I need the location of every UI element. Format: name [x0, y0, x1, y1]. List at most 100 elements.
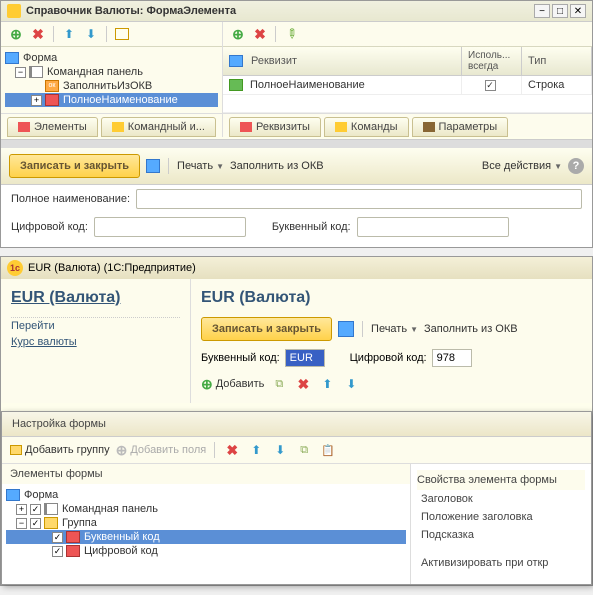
collapse-icon[interactable]: −: [15, 67, 26, 78]
modal-title: Настройка формы: [2, 412, 591, 437]
tab-commands[interactable]: Команды: [324, 117, 409, 137]
label-fullname: Полное наименование:: [11, 193, 130, 205]
delete-icon[interactable]: ✖: [29, 25, 47, 43]
save-icon[interactable]: [338, 321, 354, 337]
props-icon[interactable]: [113, 25, 131, 43]
paste-icon[interactable]: 📋: [319, 441, 337, 459]
tree-node-form[interactable]: Форма: [6, 488, 406, 502]
checkbox[interactable]: ✓: [30, 518, 41, 529]
form-preview: Записать и закрыть Печать▼ Заполнить из …: [1, 139, 592, 247]
prop-title-pos[interactable]: Положение заголовка: [417, 508, 585, 526]
tree-node-group[interactable]: − ✓ Группа: [6, 516, 406, 530]
delete-icon[interactable]: ✖: [294, 375, 312, 393]
form-icon: [5, 52, 19, 64]
checkbox[interactable]: ✓: [30, 504, 41, 515]
checkbox[interactable]: ✓: [52, 546, 63, 557]
tab-icon: [423, 122, 435, 132]
down-icon[interactable]: ⬇: [342, 375, 360, 393]
tab-params[interactable]: Параметры: [412, 117, 509, 137]
left-toolbar: ⊕ ✖ ⬆ ⬇: [1, 22, 222, 47]
up-icon[interactable]: ⬆: [318, 375, 336, 393]
form-icon: [6, 489, 20, 501]
close-button[interactable]: ✕: [570, 4, 586, 18]
tab-attributes[interactable]: Реквизиты: [229, 117, 321, 137]
grid-header: Реквизит Исполь... всегда Тип: [223, 47, 592, 76]
add-button[interactable]: ⊕Добавить: [201, 376, 264, 393]
tree-node-form[interactable]: Форма: [5, 51, 218, 65]
edit-icon[interactable]: ✎: [282, 25, 300, 43]
prop-title[interactable]: Заголовок: [417, 490, 585, 508]
section-title: Свойства элемента формы: [417, 470, 585, 490]
sidebar-section: Перейти: [11, 317, 180, 334]
tree-node-lettercode[interactable]: ✓ Буквенный код: [6, 530, 406, 544]
fill-okv-button[interactable]: Заполнить из ОКВ: [230, 160, 324, 172]
tree-node-numcode[interactable]: ✓ Цифровой код: [6, 544, 406, 558]
prop-activate[interactable]: Активизировать при откр: [417, 554, 585, 572]
add-icon[interactable]: ⊕: [7, 25, 25, 43]
modal-left-pane: Элементы формы Форма + ✓ Командная панел…: [2, 464, 411, 584]
expand-icon[interactable]: +: [31, 95, 42, 106]
prop-hint[interactable]: Подсказка: [417, 526, 585, 544]
lettercode-input[interactable]: [285, 349, 325, 367]
checkbox[interactable]: ✓: [52, 532, 63, 543]
copy-icon[interactable]: ⧉: [295, 441, 313, 459]
grid-row[interactable]: ПолноеНаименование ✓ Строка: [223, 76, 592, 95]
ok-icon: ок: [45, 80, 59, 92]
fill-okv-button[interactable]: Заполнить из ОКВ: [424, 323, 518, 335]
tab-elements[interactable]: Элементы: [7, 117, 98, 137]
expand-icon[interactable]: +: [16, 504, 27, 515]
tree-node-field[interactable]: + ПолноеНаименование: [5, 93, 218, 107]
all-actions-button[interactable]: Все действия▼: [482, 160, 562, 172]
folder-icon: [10, 445, 22, 455]
fullname-input[interactable]: [136, 189, 582, 209]
up-icon[interactable]: ⬆: [60, 25, 78, 43]
elements-tree: Форма − Командная панель ок ЗаполнитьИзО…: [1, 47, 222, 111]
save-close-button[interactable]: Записать и закрыть: [201, 317, 332, 341]
folder-icon: [44, 517, 58, 529]
sidebar-link-rates[interactable]: Курс валюты: [11, 334, 180, 350]
delete-icon[interactable]: ✖: [251, 25, 269, 43]
collapse-icon[interactable]: −: [16, 518, 27, 529]
tab-command-ui[interactable]: Командный и...: [101, 117, 216, 137]
save-icon[interactable]: [146, 159, 160, 173]
tab-icon: [112, 122, 124, 132]
lettercode-input[interactable]: [357, 217, 509, 237]
form-settings-modal: Настройка формы Добавить группу ⊕Добавит…: [1, 411, 592, 585]
minimize-button[interactable]: −: [534, 4, 550, 18]
save-close-button[interactable]: Записать и закрыть: [9, 154, 140, 178]
app-icon: [7, 4, 21, 18]
main-content: EUR (Валюта) Записать и закрыть Печать▼ …: [191, 279, 592, 403]
modal-right-pane: Свойства элемента формы Заголовок Положе…: [411, 464, 591, 584]
sidebar-title[interactable]: EUR (Валюта): [11, 289, 180, 307]
configurator-window: Справочник Валюты: ФормаЭлемента − □ ✕ ⊕…: [0, 0, 593, 248]
down-icon[interactable]: ⬇: [82, 25, 100, 43]
numcode-input[interactable]: [94, 217, 246, 237]
down-icon[interactable]: ⬇: [271, 441, 289, 459]
tree-node-panel[interactable]: + ✓ Командная панель: [6, 502, 406, 516]
column-icon: [229, 55, 243, 67]
checkbox[interactable]: ✓: [485, 80, 496, 91]
attr-icon: [229, 79, 243, 91]
tree-node-button[interactable]: ок ЗаполнитьИзОКВ: [5, 79, 218, 93]
titlebar: 1c EUR (Валюта) (1С:Предприятие): [1, 257, 592, 279]
add-icon[interactable]: ⊕: [229, 25, 247, 43]
up-icon[interactable]: ⬆: [247, 441, 265, 459]
numcode-input[interactable]: [432, 349, 472, 367]
delete-icon[interactable]: ✖: [223, 441, 241, 459]
field-icon: [45, 94, 59, 106]
print-button[interactable]: Печать▼: [371, 323, 418, 335]
maximize-button[interactable]: □: [552, 4, 568, 18]
print-button[interactable]: Печать▼: [177, 160, 224, 172]
panel-icon: [29, 66, 43, 78]
panel-icon: [44, 503, 58, 515]
add-group-button[interactable]: Добавить группу: [10, 444, 110, 456]
section-title: Элементы формы: [2, 464, 410, 484]
tree-node-panel[interactable]: − Командная панель: [5, 65, 218, 79]
sidebar: EUR (Валюта) Перейти Курс валюты: [1, 279, 191, 403]
copy-icon[interactable]: ⧉: [270, 375, 288, 393]
tab-icon: [240, 122, 252, 132]
label-lettercode: Буквенный код:: [272, 221, 351, 233]
label-lettercode: Буквенный код:: [201, 352, 280, 364]
add-fields-button[interactable]: ⊕Добавить поля: [116, 442, 207, 459]
help-icon[interactable]: ?: [568, 158, 584, 174]
